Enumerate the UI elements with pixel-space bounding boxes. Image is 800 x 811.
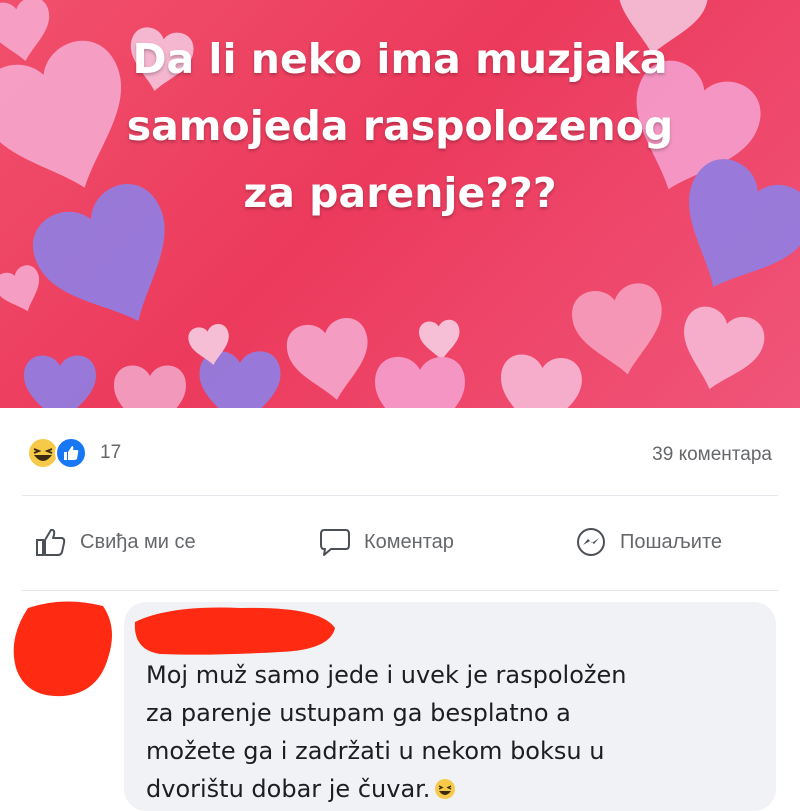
comment-label: Коментар [364,530,454,553]
comment-button[interactable]: Коментар [318,522,454,562]
comment: Moj muž samo jede i uvek je raspoložen z… [0,580,800,811]
comment-line: možete ga i zadržati u nekom boksu u [146,737,605,765]
thumbs-up-icon [36,528,66,556]
like-icon [55,437,87,469]
comment-line: dvorištu dobar je čuvar. [146,775,431,803]
post-text: Da li neko ima muzjaka samojeda raspoloz… [0,26,800,227]
reactions-summary: 17 39 коментара [0,408,800,488]
comment-line: za parenje ustupam ga besplatno a [146,699,571,727]
like-button[interactable]: Свиђа ми се [34,522,196,562]
post-text-line: samojeda raspolozenog [126,102,674,150]
redacted-avatar [13,601,112,697]
comment-icon [320,529,350,556]
haha-icon [27,437,59,469]
post-text-line: Da li neko ima muzjaka [132,35,668,83]
reaction-icons[interactable] [26,436,96,470]
post-image[interactable]: Da li neko ima muzjaka samojeda raspoloz… [0,0,800,408]
like-label: Свиђа ми се [80,530,196,553]
reaction-count[interactable]: 17 [100,442,121,464]
messenger-icon [577,528,605,556]
comments-count[interactable]: 39 коментара [652,444,772,466]
laughing-emoji-icon [435,779,456,799]
comment-line: Moj muž samo jede i uvek je raspoložen [146,661,627,689]
comment-line-last: dvorištu dobar je čuvar. [146,770,746,808]
comment-text: Moj muž samo jede i uvek je raspoložen z… [146,656,746,808]
divider [22,495,778,496]
send-button[interactable]: Пошаљите [574,522,722,562]
post-text-line: za parenje??? [243,169,557,217]
send-label: Пошаљите [620,530,723,553]
post-actions: Свиђа ми се Коментар Пошаљите [0,500,800,580]
